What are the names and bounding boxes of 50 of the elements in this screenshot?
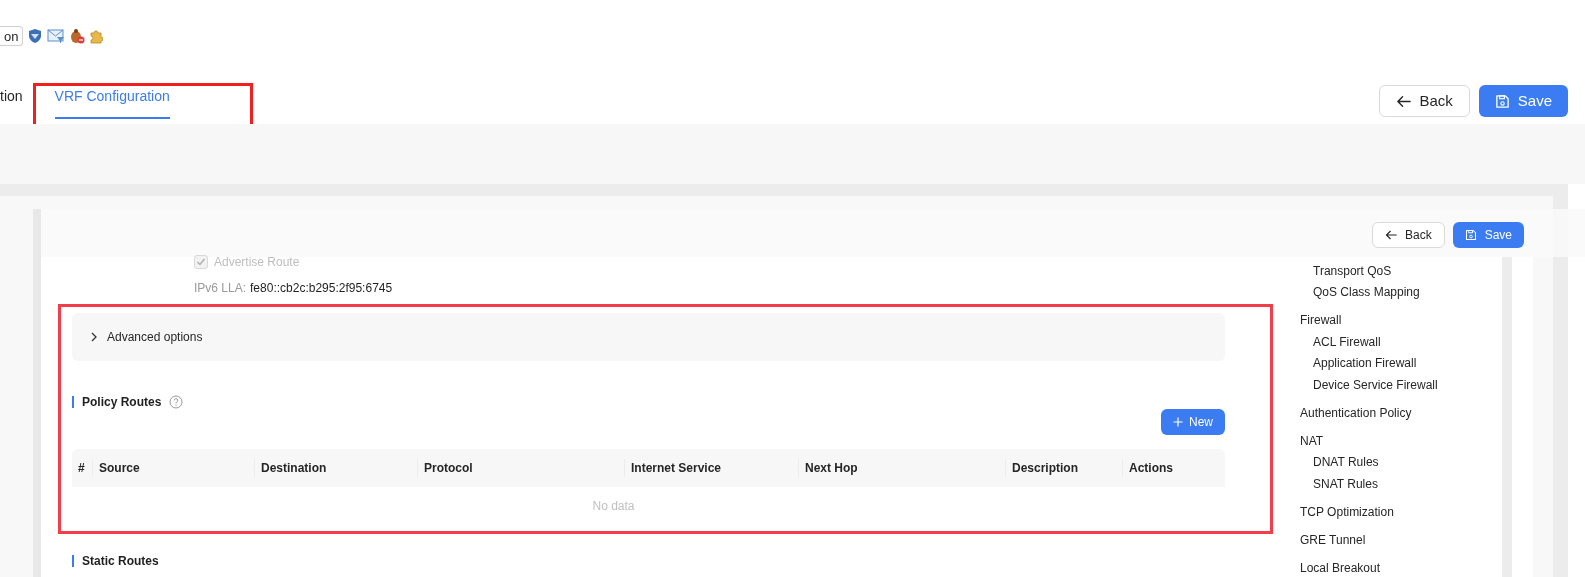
menu-item[interactable]: NAT (1300, 429, 1502, 452)
column-header: Actions (1122, 459, 1225, 477)
back-button[interactable]: Back (1379, 85, 1470, 117)
toolbar-button[interactable]: on (0, 26, 24, 46)
save-icon (1494, 93, 1510, 109)
column-header: Destination (254, 459, 417, 477)
check-icon (196, 257, 206, 267)
new-button[interactable]: New (1161, 409, 1225, 435)
save-button[interactable]: Save (1478, 85, 1568, 117)
menu-item[interactable]: TCP Optimization (1300, 500, 1502, 523)
bug-icon (69, 28, 86, 44)
help-icon (169, 395, 184, 409)
column-header: Protocol (417, 459, 624, 477)
back-button[interactable]: Back (1371, 222, 1445, 248)
section-marker (72, 555, 74, 567)
chevron-right-icon (90, 332, 98, 342)
column-header: # (77, 460, 86, 477)
submenu-item[interactable]: SNAT Rules (1300, 473, 1502, 495)
field-value: fe80::cb2c:b295:2f95:6745 (250, 280, 393, 297)
column-header: Source (92, 459, 254, 477)
submenu-item[interactable]: ACL Firewall (1300, 331, 1502, 353)
submenu-item[interactable]: QoS Class Mapping (1300, 281, 1502, 303)
shield-icon (27, 28, 44, 44)
column-header: Description (1005, 459, 1122, 477)
back-arrow-icon (1396, 93, 1412, 109)
column-header: Internet Service (624, 459, 798, 477)
menu-item[interactable]: Firewall (1300, 309, 1502, 331)
section-marker (72, 396, 74, 408)
section-title: Policy Routes (82, 394, 162, 411)
plus-icon (1173, 417, 1183, 427)
empty-text: No data (592, 498, 635, 515)
tab[interactable]: VRF Configuration (54, 86, 170, 119)
submenu-item[interactable]: Device Service Firewall (1300, 374, 1502, 396)
collapsible-panel[interactable]: Advanced options (72, 313, 1225, 361)
submenu-item[interactable]: Transport QoS (1300, 260, 1502, 282)
back-arrow-icon (1384, 229, 1397, 241)
mail-filter-icon (47, 28, 66, 44)
menu-item[interactable]: GRE Tunnel (1300, 528, 1502, 551)
field-label: IPv6 LLA: (194, 280, 247, 297)
save-button[interactable]: Save (1452, 222, 1524, 248)
section-title: Static Routes (82, 553, 159, 570)
save-icon (1464, 229, 1477, 241)
column-header: Next Hop (798, 459, 1005, 477)
puzzle-icon (89, 28, 104, 44)
menu-item[interactable]: Authentication Policy (1300, 401, 1502, 424)
submenu-item[interactable]: Application Firewall (1300, 352, 1502, 374)
checkbox-label: Advertise Route (214, 254, 300, 271)
menu-item[interactable]: Local Breakout (1300, 556, 1502, 577)
tab[interactable]: tion (0, 86, 23, 119)
submenu-item[interactable]: DNAT Rules (1300, 451, 1502, 473)
